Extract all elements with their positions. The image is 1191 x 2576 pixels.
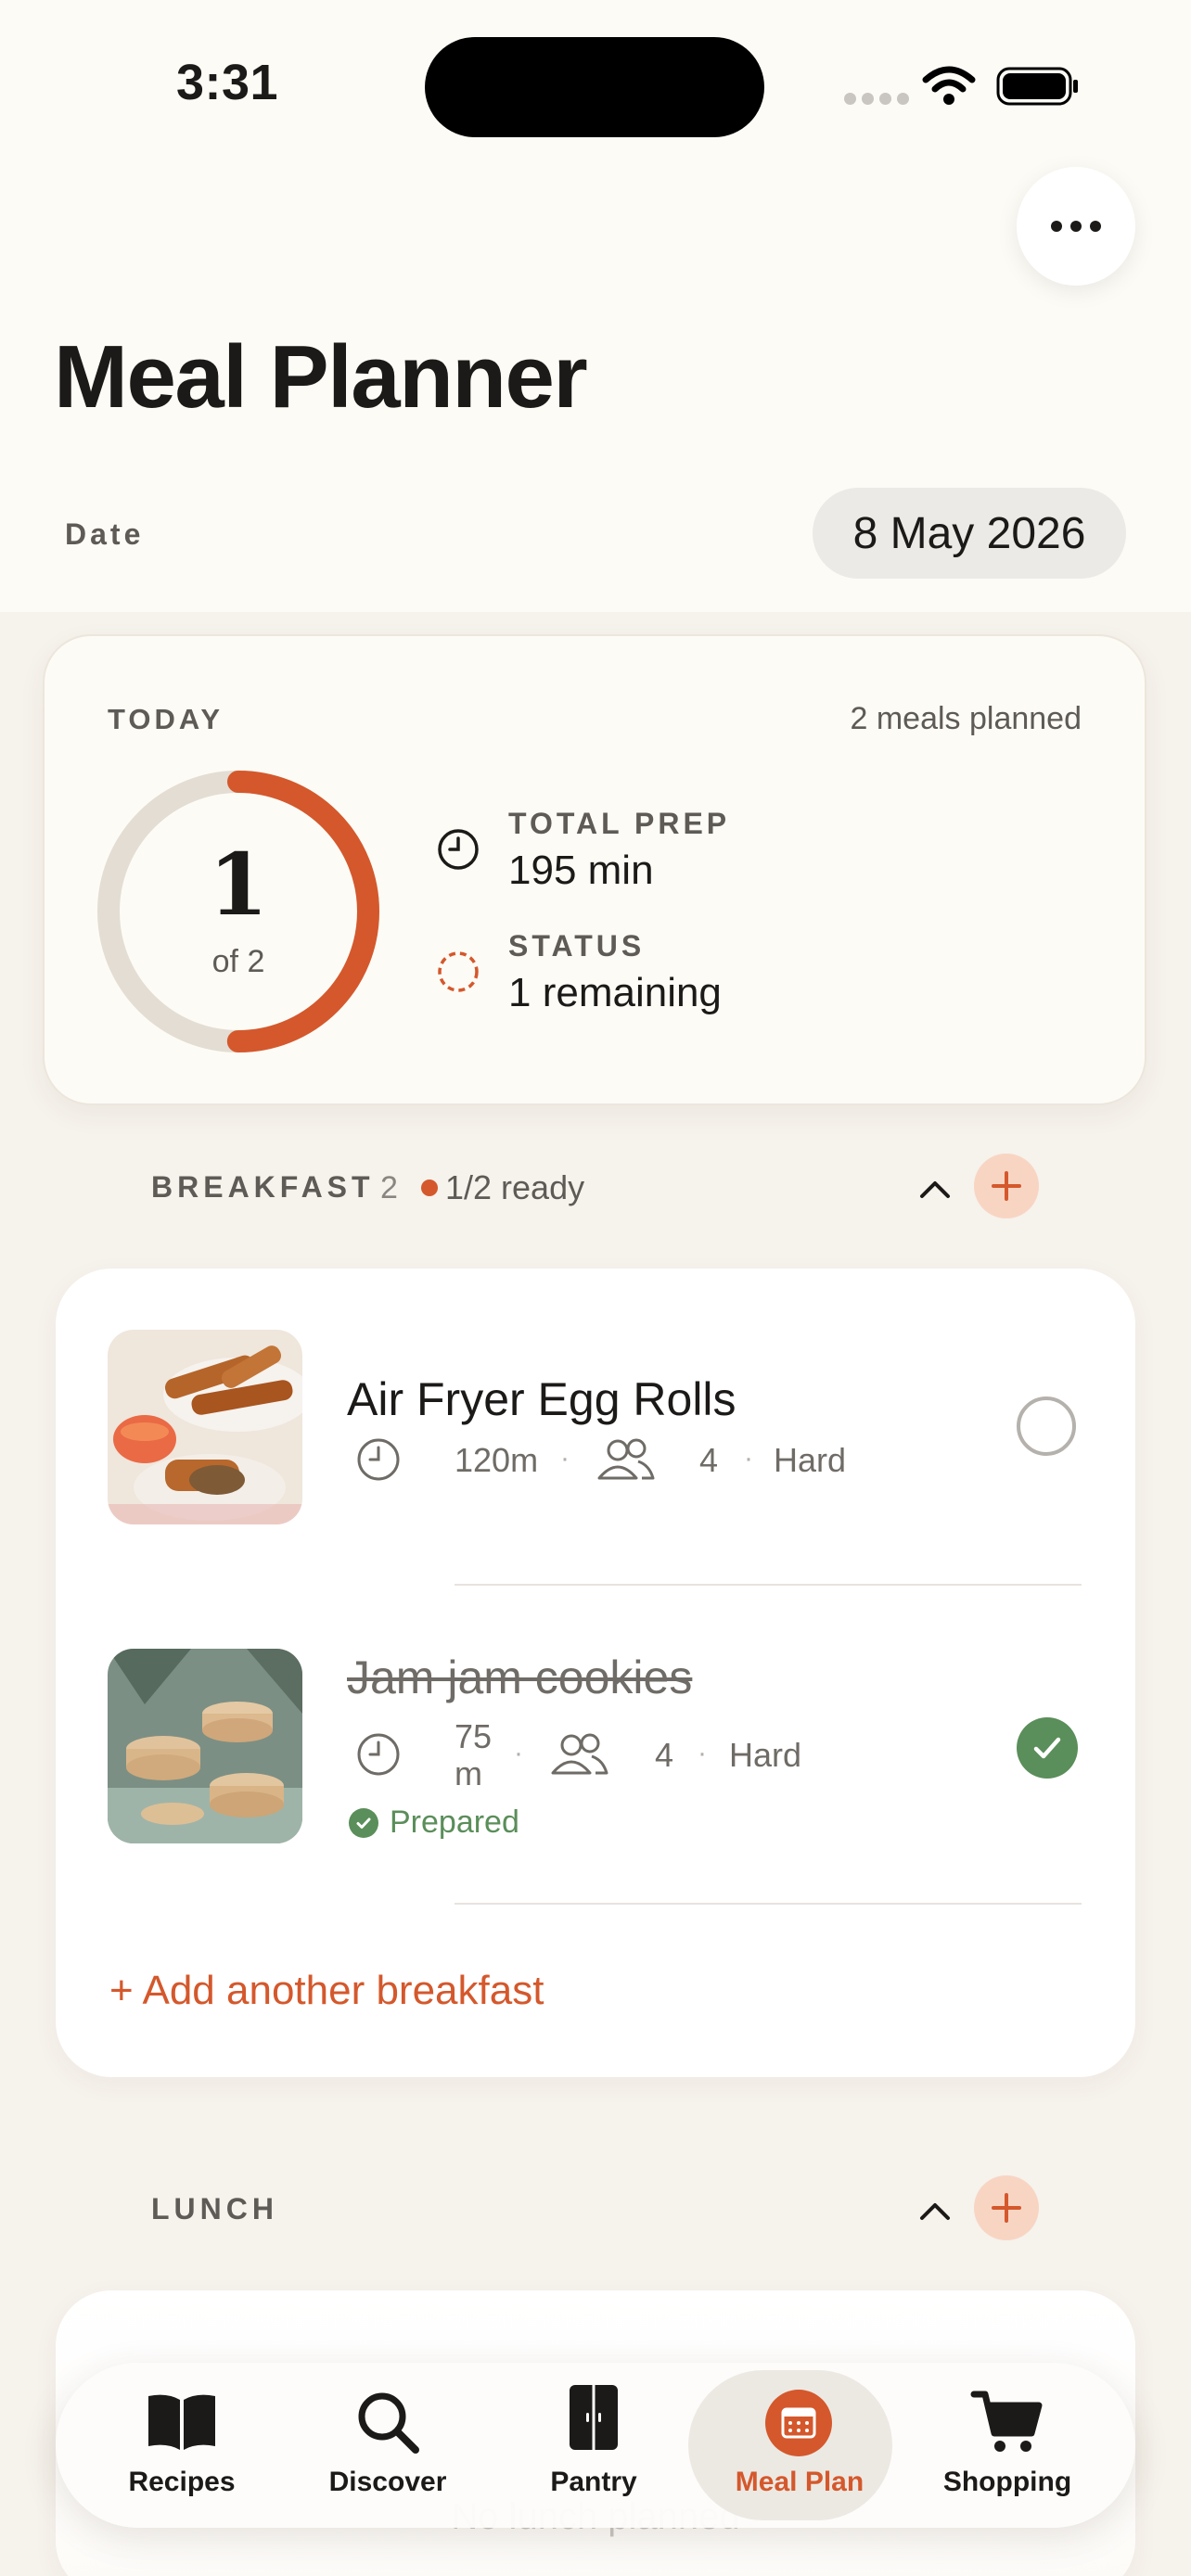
servings-people-icon — [597, 1438, 655, 1480]
status-pending-icon — [438, 951, 479, 992]
meals-planned-count: 2 meals planned — [850, 701, 1082, 736]
tab-label: Discover — [328, 2467, 447, 2497]
meal-divider — [455, 1584, 1082, 1586]
more-options-button[interactable] — [1017, 167, 1135, 286]
add-another-breakfast-button[interactable]: + Add another breakfast — [109, 1968, 544, 2014]
jam-cookies-thumbnail[interactable] — [108, 1649, 302, 1843]
plus-icon — [992, 2193, 1021, 2223]
meal-servings: 4 — [699, 1441, 719, 1479]
plus-icon — [992, 1171, 1021, 1201]
date-picker-button[interactable]: 8 May 2026 — [813, 488, 1126, 579]
total-prep-label: TOTAL PREP — [508, 807, 731, 840]
meta-separator: · — [744, 1443, 753, 1473]
ready-indicator-dot — [421, 1180, 438, 1196]
mark-prepared-checkbox[interactable] — [1017, 1396, 1076, 1456]
meal-divider — [455, 1903, 1082, 1905]
chevron-up-icon[interactable] — [916, 1174, 954, 1202]
meal-prep-time-unit: m — [455, 1754, 482, 1792]
battery-icon — [996, 67, 1078, 106]
breakfast-count: 2 — [380, 1170, 398, 1205]
cellular-signal-icon — [844, 93, 909, 105]
more-dot — [1051, 221, 1062, 232]
search-icon — [358, 2392, 419, 2454]
dynamic-island — [425, 37, 764, 137]
prepared-checkbox-checked[interactable] — [1017, 1717, 1078, 1779]
meta-separator: · — [560, 1443, 570, 1473]
progress-total: of 2 — [211, 944, 265, 979]
date-label: Date — [65, 517, 145, 551]
meal-name[interactable]: Jam jam cookies — [347, 1651, 692, 1704]
status-label: STATUS — [508, 929, 646, 963]
breakfast-section-title: BREAKFAST — [151, 1170, 375, 1204]
clock-icon — [438, 829, 479, 870]
status-value: 1 remaining — [508, 970, 722, 1015]
prepared-badge: Prepared — [390, 1804, 519, 1840]
today-label: TODAY — [108, 703, 224, 735]
total-prep-value: 195 min — [508, 848, 654, 893]
meta-separator: · — [514, 1738, 523, 1768]
cart-icon — [970, 2391, 1043, 2452]
more-dot — [1090, 221, 1101, 232]
meta-separator: · — [698, 1738, 707, 1768]
wifi-icon — [922, 66, 976, 105]
prepared-check-icon — [349, 1808, 378, 1838]
add-breakfast-button[interactable] — [974, 1154, 1039, 1218]
book-icon — [148, 2394, 215, 2450]
breakfast-ready-status: 1/2 ready — [445, 1168, 585, 1206]
meal-difficulty: Hard — [774, 1441, 847, 1479]
meal-prep-time-value: 75 — [455, 1717, 493, 1755]
egg-rolls-thumbnail[interactable] — [108, 1330, 302, 1524]
tab-label: Pantry — [550, 2467, 637, 2497]
more-dot — [1070, 221, 1082, 232]
page-title: Meal Planner — [54, 327, 588, 427]
checkmark-icon — [1033, 1737, 1061, 1759]
chevron-up-icon[interactable] — [916, 2196, 954, 2224]
status-time: 3:31 — [176, 55, 279, 110]
clock-icon — [357, 1438, 400, 1481]
meal-prep-time: 120m — [455, 1441, 539, 1479]
servings-people-icon — [551, 1733, 608, 1775]
lunch-section-title: LUNCH — [151, 2192, 278, 2225]
tab-label: Recipes — [128, 2467, 236, 2497]
tab-label: Meal Plan — [735, 2467, 864, 2497]
calendar-icon — [765, 2390, 832, 2456]
progress-done-count: 1 — [208, 835, 268, 935]
clock-icon — [357, 1733, 400, 1776]
pantry-icon — [570, 2385, 618, 2450]
meal-name[interactable]: Air Fryer Egg Rolls — [347, 1372, 736, 1426]
meal-servings: 4 — [655, 1736, 674, 1774]
add-lunch-button[interactable] — [974, 2175, 1039, 2240]
meal-difficulty: Hard — [729, 1736, 802, 1774]
tab-label: Shopping — [942, 2467, 1072, 2497]
